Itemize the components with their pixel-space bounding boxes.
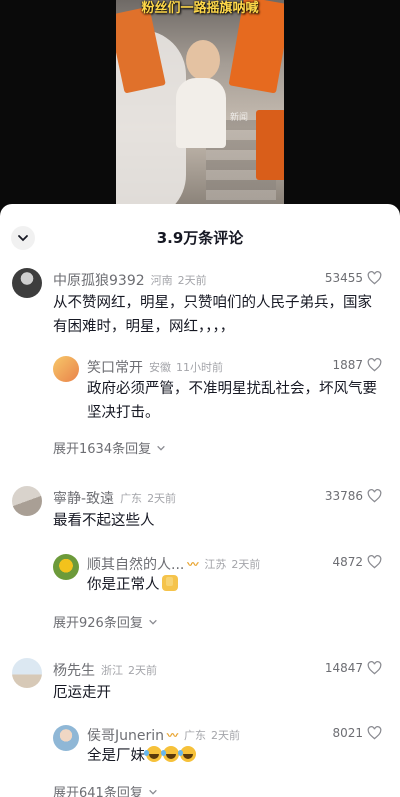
reply-avatar[interactable] — [53, 356, 79, 382]
comment-time: 2天前 — [128, 664, 157, 677]
video-player[interactable]: 粉丝们一路摇旗呐喊 新闻 — [0, 0, 400, 213]
comment-count-title: 3.9万条评论 — [156, 229, 244, 247]
reply-username[interactable]: 顺其自然的人... — [87, 554, 184, 574]
like-count: 8021 — [332, 726, 363, 740]
like-count: 1887 — [332, 358, 363, 372]
laugh-emoji — [161, 746, 179, 762]
comment-username[interactable]: 中原孤狼9392 — [53, 270, 145, 290]
chevron-down-icon — [149, 789, 157, 795]
flag — [116, 6, 166, 94]
reply-like-button[interactable]: 8021 — [332, 726, 382, 740]
thumbs-up-emoji — [161, 575, 178, 591]
reply-text[interactable]: 全是厂妹 — [87, 744, 196, 768]
comment-text[interactable]: 从不赞网红，明星，只赞咱们的人民子弟兵，国家 有困难时，明星，网红，，，， — [53, 291, 372, 339]
reply-like-button[interactable]: 1887 — [332, 358, 382, 372]
reply-location: 广东 — [184, 729, 207, 742]
avatar[interactable] — [12, 268, 42, 298]
sheet-header: 3.9万条评论 — [0, 204, 400, 270]
comment-username[interactable]: 杨先生 — [53, 660, 95, 680]
comment-location: 浙江 — [101, 664, 123, 677]
reply-avatar[interactable] — [53, 725, 79, 751]
like-button[interactable]: 14847 — [325, 661, 382, 675]
comment-text[interactable]: 厄运走开 — [53, 681, 111, 705]
comment-text[interactable]: 最看不起这些人 — [53, 509, 155, 533]
avatar[interactable] — [12, 658, 42, 688]
expand-replies-button[interactable]: 展开641条回复 — [53, 782, 158, 797]
like-count: 33786 — [324, 489, 363, 503]
like-button[interactable]: 53455 — [325, 271, 382, 285]
heart-icon — [367, 661, 382, 675]
comment-sheet: 3.9万条评论 中原孤狼9392 河南 2天前 53455 从不赞网红，明星，只… — [0, 204, 400, 797]
heart-icon — [367, 358, 382, 372]
heart-icon — [367, 555, 382, 569]
like-count: 14847 — [324, 661, 363, 675]
laugh-emoji — [144, 746, 162, 762]
reply-username[interactable]: 侯哥Junerin — [87, 725, 164, 745]
reply-time: 2天前 — [211, 729, 241, 742]
heart-icon — [367, 726, 382, 740]
comment-location: 广东 — [120, 492, 143, 505]
comment-time: 2天前 — [177, 274, 207, 287]
expand-replies-button[interactable]: 展开926条回复 — [53, 612, 158, 631]
reply-avatar[interactable] — [53, 554, 79, 580]
badge-icon: 〰 — [187, 558, 199, 571]
reply-location: 江苏 — [204, 558, 227, 571]
reply-time: 2天前 — [231, 558, 261, 571]
chevron-down-icon — [157, 445, 165, 451]
comment-time: 2天前 — [147, 492, 177, 505]
comment-username[interactable]: 寧静-致遠 — [53, 488, 114, 508]
like-count: 4872 — [332, 555, 363, 569]
video-watermark: 新闻 — [230, 113, 249, 123]
chevron-down-icon — [149, 619, 157, 625]
expand-replies-button[interactable]: 展开1634条回复 — [53, 438, 166, 457]
reply-like-button[interactable]: 4872 — [332, 555, 382, 569]
like-button[interactable]: 33786 — [325, 489, 382, 503]
flag — [256, 110, 284, 180]
video-frame — [116, 0, 284, 213]
heart-icon — [367, 489, 382, 503]
avatar[interactable] — [12, 486, 42, 516]
video-caption: 粉丝们一路摇旗呐喊 — [141, 1, 259, 16]
reply-text[interactable]: 政府必须严管，不准明星扰乱社会，坏风气要 坚决打击。 — [87, 377, 377, 425]
reply-location: 安徽 — [149, 361, 171, 374]
badge-icon: 〰 — [167, 729, 179, 742]
heart-icon — [367, 271, 382, 285]
reply-username[interactable]: 笑口常开 — [87, 357, 143, 377]
reply-time: 11小时前 — [176, 361, 223, 374]
laugh-emoji — [178, 746, 196, 762]
reply-text[interactable]: 你是正常人 — [87, 573, 178, 597]
comment-location: 河南 — [150, 274, 173, 287]
like-count: 53455 — [324, 271, 363, 285]
